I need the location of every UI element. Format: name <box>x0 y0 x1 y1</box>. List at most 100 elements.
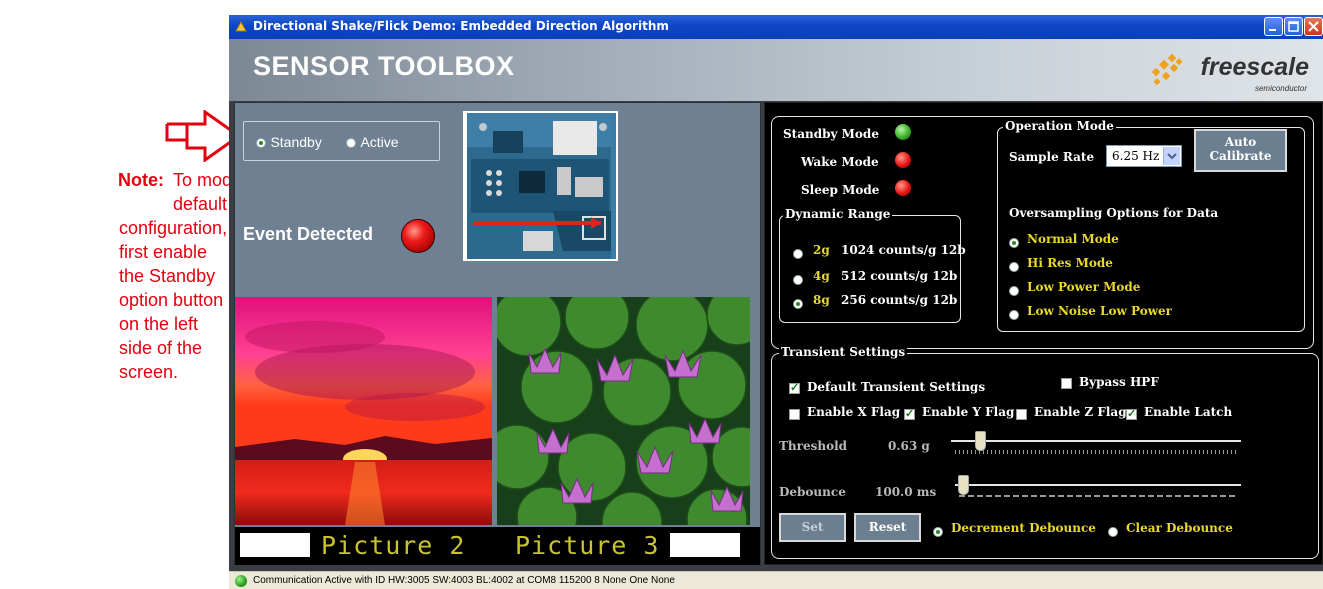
maximize-icon <box>1288 21 1299 32</box>
range-2g-label: 2g <box>813 243 830 257</box>
decrement-debounce-radio[interactable] <box>933 523 943 541</box>
auto-calibrate-button[interactable]: Auto Calibrate <box>1194 129 1287 172</box>
enable-z-flag-checkbox[interactable] <box>1016 406 1027 424</box>
bypass-hpf-checkbox[interactable] <box>1061 375 1072 393</box>
range-2g-radio[interactable] <box>793 245 803 263</box>
picture-2-image <box>235 297 492 525</box>
enable-x-flag-check[interactable] <box>789 409 800 421</box>
enable-y-flag-checkbox[interactable] <box>904 406 915 424</box>
picture-slot-right <box>670 533 740 557</box>
clear-debounce-label: Clear Debounce <box>1126 521 1233 535</box>
clear-debounce-radio[interactable] <box>1108 523 1118 541</box>
default-transient-checkbox[interactable] <box>789 380 800 398</box>
debounce-slider[interactable] <box>955 473 1241 503</box>
set-button[interactable]: Set <box>779 513 846 542</box>
standby-mode-led <box>895 124 911 140</box>
sample-rate-value: 6.25 Hz <box>1112 149 1160 163</box>
low-noise-low-power-radio[interactable] <box>1009 306 1019 324</box>
enable-latch-checkbox[interactable] <box>1126 406 1137 424</box>
enable-x-flag-checkbox[interactable] <box>789 406 800 424</box>
standby-radio[interactable]: Standby <box>256 134 322 152</box>
low-noise-low-power-radio-dot[interactable] <box>1009 309 1019 320</box>
bypass-hpf-label: Bypass HPF <box>1079 375 1159 389</box>
hi-res-mode-label: Hi Res Mode <box>1027 256 1113 270</box>
note-line: side of the <box>119 338 203 358</box>
mode-radio-group: Standby Active <box>243 121 440 161</box>
active-radio[interactable]: Active <box>346 134 399 152</box>
active-radio-dot[interactable] <box>346 137 356 148</box>
debounce-slider-thumb[interactable] <box>958 475 969 495</box>
note-label: Note: <box>118 170 164 190</box>
auto-calibrate-line2: Calibrate <box>1209 149 1272 163</box>
connection-status-icon <box>235 575 247 587</box>
debounce-slider-ticks <box>959 495 1237 497</box>
default-transient-check[interactable] <box>789 381 800 395</box>
hi-res-mode-radio-dot[interactable] <box>1009 261 1019 272</box>
low-power-mode-radio-dot[interactable] <box>1009 285 1019 296</box>
enable-y-flag-label: Enable Y Flag <box>922 405 1015 419</box>
low-noise-low-power-label: Low Noise Low Power <box>1027 304 1172 318</box>
picture-slot-left <box>240 533 310 557</box>
sensor-board-image <box>463 111 618 261</box>
right-panel: Standby Mode Wake Mode Sleep Mode Dynami… <box>764 102 1323 565</box>
title-bar[interactable]: Directional Shake/Flick Demo: Embedded D… <box>229 15 1323 39</box>
chevron-down-icon <box>1167 153 1177 160</box>
sample-rate-select[interactable]: 6.25 Hz <box>1106 145 1182 167</box>
close-icon <box>1308 21 1319 32</box>
note-line: on the left <box>119 314 199 334</box>
sleep-mode-label: Sleep Mode <box>801 183 880 197</box>
note-line: option button <box>119 290 224 310</box>
normal-mode-radio[interactable] <box>1009 234 1019 252</box>
freescale-logo-icon <box>1151 53 1183 86</box>
app-icon <box>235 20 247 32</box>
sleep-mode-led <box>895 180 911 196</box>
debounce-label: Debounce <box>779 485 846 499</box>
bypass-hpf-check[interactable] <box>1061 378 1072 390</box>
clear-debounce-radio-dot[interactable] <box>1108 526 1118 537</box>
decrement-debounce-radio-dot[interactable] <box>933 526 943 537</box>
minimize-button[interactable] <box>1264 17 1283 36</box>
range-8g-desc: 256 counts/g 12b <box>841 293 958 307</box>
dynamic-range-title: Dynamic Range <box>783 207 893 221</box>
transient-settings-title: Transient Settings <box>779 345 908 359</box>
threshold-slider[interactable] <box>951 429 1241 457</box>
close-button[interactable] <box>1304 17 1323 36</box>
range-4g-label: 4g <box>813 269 830 283</box>
picture-3-label: Picture 3 <box>515 531 660 560</box>
range-8g-radio[interactable] <box>793 295 803 313</box>
normal-mode-radio-dot[interactable] <box>1009 237 1019 248</box>
threshold-slider-thumb[interactable] <box>975 431 986 451</box>
maximize-button[interactable] <box>1284 17 1303 36</box>
active-label: Active <box>360 134 399 150</box>
note-line: default <box>173 194 228 214</box>
enable-y-flag-check[interactable] <box>904 407 915 421</box>
enable-z-flag-label: Enable Z Flag <box>1034 405 1127 419</box>
sample-rate-dropdown[interactable] <box>1163 147 1180 165</box>
reset-button[interactable]: Reset <box>854 513 921 542</box>
enable-x-flag-label: Enable X Flag <box>807 405 901 419</box>
range-8g-label: 8g <box>813 293 830 307</box>
low-power-mode-radio[interactable] <box>1009 282 1019 300</box>
threshold-slider-track <box>951 440 1241 442</box>
hi-res-mode-radio[interactable] <box>1009 258 1019 276</box>
threshold-slider-ticks <box>955 450 1237 454</box>
window-title: Directional Shake/Flick Demo: Embedded D… <box>253 19 669 33</box>
range-8g-radio-dot[interactable] <box>793 298 803 309</box>
logo-text: freescale <box>1200 53 1309 81</box>
range-4g-desc: 512 counts/g 12b <box>841 269 958 283</box>
standby-radio-dot[interactable] <box>256 137 266 148</box>
range-2g-radio-dot[interactable] <box>793 248 803 259</box>
enable-z-flag-check[interactable] <box>1016 409 1027 421</box>
default-transient-label: Default Transient Settings <box>807 380 986 394</box>
enable-latch-check[interactable] <box>1126 407 1137 421</box>
status-bar: Communication Active with ID HW:3005 SW:… <box>229 571 1323 589</box>
operation-mode-title: Operation Mode <box>1003 119 1116 133</box>
range-2g-desc: 1024 counts/g 12b <box>841 243 966 257</box>
range-4g-radio[interactable] <box>793 271 803 289</box>
wake-mode-label: Wake Mode <box>801 155 879 169</box>
range-4g-radio-dot[interactable] <box>793 274 803 285</box>
low-power-mode-label: Low Power Mode <box>1027 280 1141 294</box>
banner-title: SENSOR TOOLBOX <box>253 51 515 81</box>
event-detected-label: Event Detected <box>243 224 374 244</box>
header-banner: SENSOR TOOLBOX freescale semiconductor <box>229 39 1323 101</box>
